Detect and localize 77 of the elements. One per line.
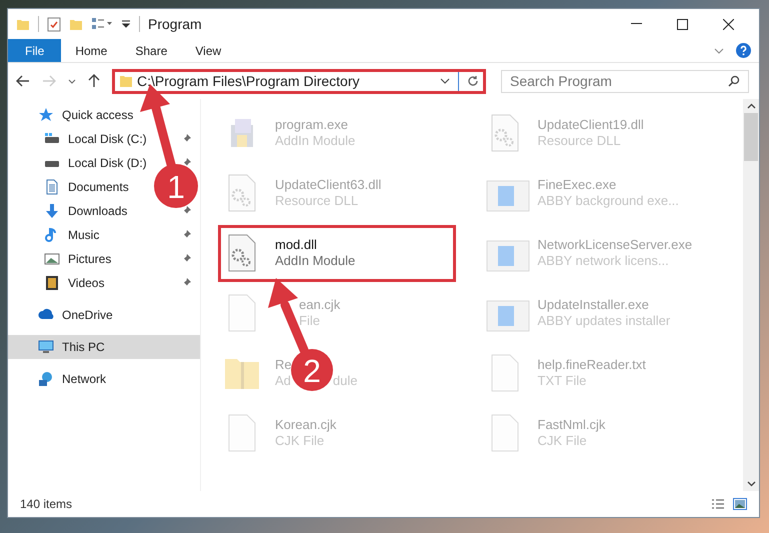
search-field[interactable]: Search Program: [510, 70, 728, 92]
sidebar-item[interactable]: This PC: [8, 335, 200, 359]
file-type: File: [299, 313, 320, 329]
scroll-down-icon[interactable]: [746, 481, 756, 487]
network-icon: [38, 371, 54, 387]
file-type: CJK File: [538, 433, 587, 449]
window-title: Program: [148, 14, 202, 34]
sidebar-label: This PC: [62, 339, 105, 356]
document-icon: [44, 179, 60, 195]
sidebar-item[interactable]: Quick access: [62, 106, 134, 124]
sidebar-item[interactable]: Music: [68, 226, 100, 244]
minimize-icon: [630, 23, 642, 25]
file-name: UpdateInstaller.exe: [538, 297, 649, 313]
help-icon[interactable]: [736, 43, 751, 58]
chevron-down-icon[interactable]: [68, 78, 76, 84]
ribbon-tab[interactable]: Home: [61, 39, 122, 62]
down-arrow-icon: [44, 203, 60, 219]
star-icon: [38, 107, 54, 123]
file-name: Korean.cjk: [275, 417, 336, 433]
item-count: 140 items: [20, 496, 72, 513]
sidebar-item[interactable]: OneDrive: [62, 306, 113, 324]
large-icons-view-icon[interactable]: [733, 498, 747, 510]
file-type: AddIn Module: [275, 133, 356, 149]
file-type: ABBY updates installer: [538, 313, 670, 329]
file-name: ean.cjk: [299, 297, 340, 313]
sidebar-item[interactable]: Local Disk (D:): [68, 154, 147, 172]
film-icon: [44, 275, 60, 291]
file-name: FineExec.exe: [538, 177, 616, 193]
sidebar-item[interactable]: Local Disk (C:): [68, 130, 147, 148]
scrollbar[interactable]: [743, 99, 759, 491]
scroll-up-icon[interactable]: [746, 103, 756, 109]
address-bar[interactable]: C:\Program Files\Program Directory: [112, 68, 486, 94]
checklist-icon[interactable]: [47, 16, 61, 32]
chevron-down-icon[interactable]: [440, 78, 450, 84]
dropdown-icon[interactable]: [121, 19, 131, 29]
file-name: UpdateClient63.dll: [275, 177, 382, 193]
search-icon[interactable]: [728, 75, 740, 87]
file-type: Resource DLL: [275, 193, 358, 209]
file-name: UpdateClient19.dll: [538, 117, 644, 133]
sidebar-item[interactable]: Network: [62, 370, 106, 388]
file-name: Re: [275, 357, 292, 373]
file-item[interactable]: mod.dll AddIn Module: [218, 224, 456, 282]
properties-icon[interactable]: [91, 17, 113, 31]
file-name: FastNml.cjk: [538, 417, 606, 433]
sidebar-item[interactable]: Documents: [68, 178, 129, 196]
refresh-icon[interactable]: [467, 75, 479, 87]
file-type: TXT File: [538, 373, 586, 389]
ribbon-tab[interactable]: Share: [121, 39, 182, 62]
file-type: AddIn Module: [275, 253, 356, 269]
sidebar-item[interactable]: Videos: [68, 274, 104, 292]
picture-icon: [44, 251, 60, 267]
file-type: CJK File: [275, 433, 324, 449]
search-box[interactable]: Search Program: [501, 70, 749, 92]
file-type: ABBY network licens...: [538, 253, 669, 269]
sidebar-item[interactable]: Downloads: [68, 202, 128, 220]
step-badge: 2: [291, 349, 333, 391]
scroll-thumb[interactable]: [744, 113, 758, 161]
sidebar-item[interactable]: Pictures: [68, 250, 112, 268]
ribbon-tab[interactable]: View: [181, 39, 236, 62]
file-name: mod.dll: [275, 237, 317, 253]
file-name: program.exe: [275, 117, 348, 133]
monitor-icon: [38, 339, 54, 355]
details-view-icon[interactable]: [711, 498, 725, 510]
up-arrow-icon[interactable]: [88, 74, 100, 88]
close-icon: [722, 18, 734, 30]
file-type: Resource DLL: [538, 133, 621, 149]
maximize-icon: [676, 18, 688, 30]
back-arrow-icon[interactable]: [16, 75, 30, 87]
address-path: C:\Program Files\Program Directory: [137, 72, 360, 91]
file-name: help.fineReader.txt: [538, 357, 646, 373]
step-badge: 1: [154, 164, 198, 208]
folder-icon: [119, 74, 133, 88]
file-type: dule: [332, 373, 358, 389]
file-name: NetworkLicenseServer.exe: [538, 237, 692, 253]
file-menu-button[interactable]: File: [8, 39, 62, 62]
file-type: ABBY background exe...: [538, 193, 679, 209]
file-type: Ad: [275, 373, 291, 389]
